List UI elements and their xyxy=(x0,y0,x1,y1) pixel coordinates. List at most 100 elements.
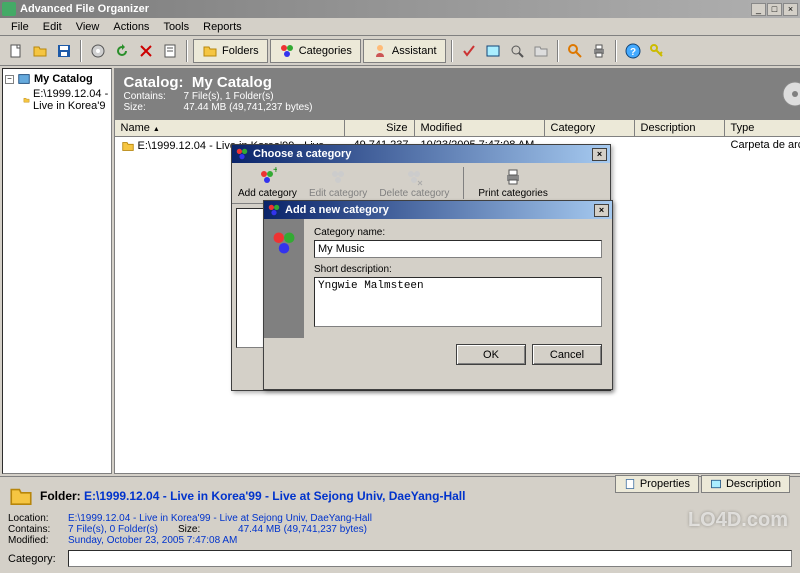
toolbar-separator xyxy=(451,40,453,62)
catalog-header: Catalog: My Catalog Contains: 7 File(s),… xyxy=(114,68,800,119)
catalog-size-value: 47.44 MB (49,741,237 bytes) xyxy=(184,102,313,113)
description-icon xyxy=(710,478,722,490)
tree-expander-icon[interactable]: − xyxy=(5,75,14,84)
toolbar-separator xyxy=(557,40,559,62)
col-type[interactable]: Type xyxy=(725,120,800,136)
dialog-titlebar[interactable]: Add a new category × xyxy=(264,201,612,219)
category-label: Category: xyxy=(8,553,68,565)
menu-actions[interactable]: Actions xyxy=(106,19,156,35)
tab-folders-label: Folders xyxy=(222,45,259,57)
col-category[interactable]: Category xyxy=(545,120,635,136)
print-button[interactable] xyxy=(588,40,610,62)
tab-folders[interactable]: Folders xyxy=(193,39,268,63)
sort-asc-icon: ▲ xyxy=(153,126,160,133)
folder-tree[interactable]: − My Catalog E:\1999.12.04 - Live in Kor… xyxy=(2,68,112,474)
category-name-input[interactable] xyxy=(314,240,602,258)
sizeinline-value: 47.44 MB (49,741,237 bytes) xyxy=(238,524,367,535)
catalog-title-value: My Catalog xyxy=(192,74,272,91)
col-description[interactable]: Description xyxy=(635,120,725,136)
app-icon xyxy=(2,2,16,16)
scan-button[interactable] xyxy=(87,40,109,62)
tab-properties-label: Properties xyxy=(640,478,690,490)
tree-child[interactable]: E:\1999.12.04 - Live in Korea'9 xyxy=(5,87,109,113)
folder-button[interactable] xyxy=(530,40,552,62)
open-button[interactable] xyxy=(29,40,51,62)
menu-tools[interactable]: Tools xyxy=(156,19,196,35)
tree-root[interactable]: − My Catalog xyxy=(5,71,109,87)
row-description xyxy=(635,138,725,154)
menu-reports[interactable]: Reports xyxy=(196,19,249,35)
col-name[interactable]: Name ▲ xyxy=(115,120,345,136)
modified-label: Modified: xyxy=(8,535,68,546)
tab-assistant-label: Assistant xyxy=(392,45,437,57)
edit-category-label: Edit category xyxy=(309,188,367,199)
tab-assistant[interactable]: Assistant xyxy=(363,39,446,63)
key-button[interactable] xyxy=(646,40,668,62)
cancel-button[interactable]: Cancel xyxy=(532,344,602,365)
disc-icon xyxy=(781,80,800,108)
maximize-button[interactable]: □ xyxy=(767,3,782,16)
menu-view[interactable]: View xyxy=(69,19,107,35)
toolbar-separator xyxy=(80,40,82,62)
col-modified[interactable]: Modified xyxy=(415,120,545,136)
category-icon xyxy=(270,229,298,257)
save-button[interactable] xyxy=(53,40,75,62)
edit-button[interactable] xyxy=(482,40,504,62)
details-panel: Properties Description Folder: E:\1999.1… xyxy=(0,476,800,573)
refresh-button[interactable] xyxy=(111,40,133,62)
help-button[interactable]: ? xyxy=(622,40,644,62)
catalog-contains-label: Contains: xyxy=(124,91,184,102)
dialog-form: Category name: Short description: Yngwie… xyxy=(304,219,612,338)
folder-label: Folder: xyxy=(40,489,81,503)
add-category-button[interactable]: + Add category xyxy=(238,167,297,199)
menu-file[interactable]: File xyxy=(4,19,36,35)
contains-value: 7 File(s), 0 Folder(s) xyxy=(68,524,158,535)
category-name-label: Category name: xyxy=(314,227,602,238)
tab-description[interactable]: Description xyxy=(701,475,790,493)
check-button[interactable] xyxy=(458,40,480,62)
folder-path: E:\1999.12.04 - Live in Korea'99 - Live … xyxy=(84,489,465,503)
folder-icon xyxy=(121,139,135,153)
catalog-size-label: Size: xyxy=(124,102,184,113)
new-button[interactable] xyxy=(5,40,27,62)
modified-value: Sunday, October 23, 2005 7:47:08 AM xyxy=(68,535,237,546)
col-size[interactable]: Size xyxy=(345,120,415,136)
short-description-label: Short description: xyxy=(314,264,602,275)
window-titlebar: Advanced File Organizer _ □ × xyxy=(0,0,800,18)
tab-properties[interactable]: Properties xyxy=(615,475,699,493)
menu-edit[interactable]: Edit xyxy=(36,19,69,35)
close-button[interactable]: × xyxy=(783,3,798,16)
tab-description-label: Description xyxy=(726,478,781,490)
delete-category-button: Delete category xyxy=(379,167,449,199)
minimize-button[interactable]: _ xyxy=(751,3,766,16)
edit-category-button: Edit category xyxy=(309,167,367,199)
folder-info: Folder: E:\1999.12.04 - Live in Korea'99… xyxy=(8,483,792,567)
tab-categories-label: Categories xyxy=(299,45,352,57)
dialog-title: Add a new category xyxy=(285,204,594,216)
window-title: Advanced File Organizer xyxy=(20,3,750,15)
search-button[interactable] xyxy=(564,40,586,62)
category-input[interactable] xyxy=(68,550,792,567)
location-label: Location: xyxy=(8,513,68,524)
svg-text:+: + xyxy=(273,167,277,176)
dialog-toolbar: + Add category Edit category Delete categ… xyxy=(232,163,610,204)
zoom-button[interactable] xyxy=(506,40,528,62)
dialog-close-button[interactable]: × xyxy=(594,204,609,217)
catalog-contains-value: 7 File(s), 1 Folder(s) xyxy=(184,91,313,102)
add-category-label: Add category xyxy=(238,188,297,199)
tree-child-label: E:\1999.12.04 - Live in Korea'9 xyxy=(33,88,109,112)
catalog-icon xyxy=(17,72,31,86)
dialog-titlebar[interactable]: Choose a category × xyxy=(232,145,610,163)
dialog-close-button[interactable]: × xyxy=(592,148,607,161)
delete-button[interactable] xyxy=(135,40,157,62)
ok-button[interactable]: OK xyxy=(456,344,526,365)
properties-button[interactable] xyxy=(159,40,181,62)
print-categories-button[interactable]: Print categories xyxy=(478,167,547,199)
row-type: Carpeta de archi xyxy=(725,138,800,154)
add-category-dialog: Add a new category × Category name: Shor… xyxy=(263,200,613,390)
tree-root-label: My Catalog xyxy=(34,73,93,85)
properties-icon xyxy=(624,478,636,490)
menubar: File Edit View Actions Tools Reports xyxy=(0,18,800,36)
short-description-input[interactable]: Yngwie Malmsteen xyxy=(314,277,602,327)
tab-categories[interactable]: Categories xyxy=(270,39,361,63)
